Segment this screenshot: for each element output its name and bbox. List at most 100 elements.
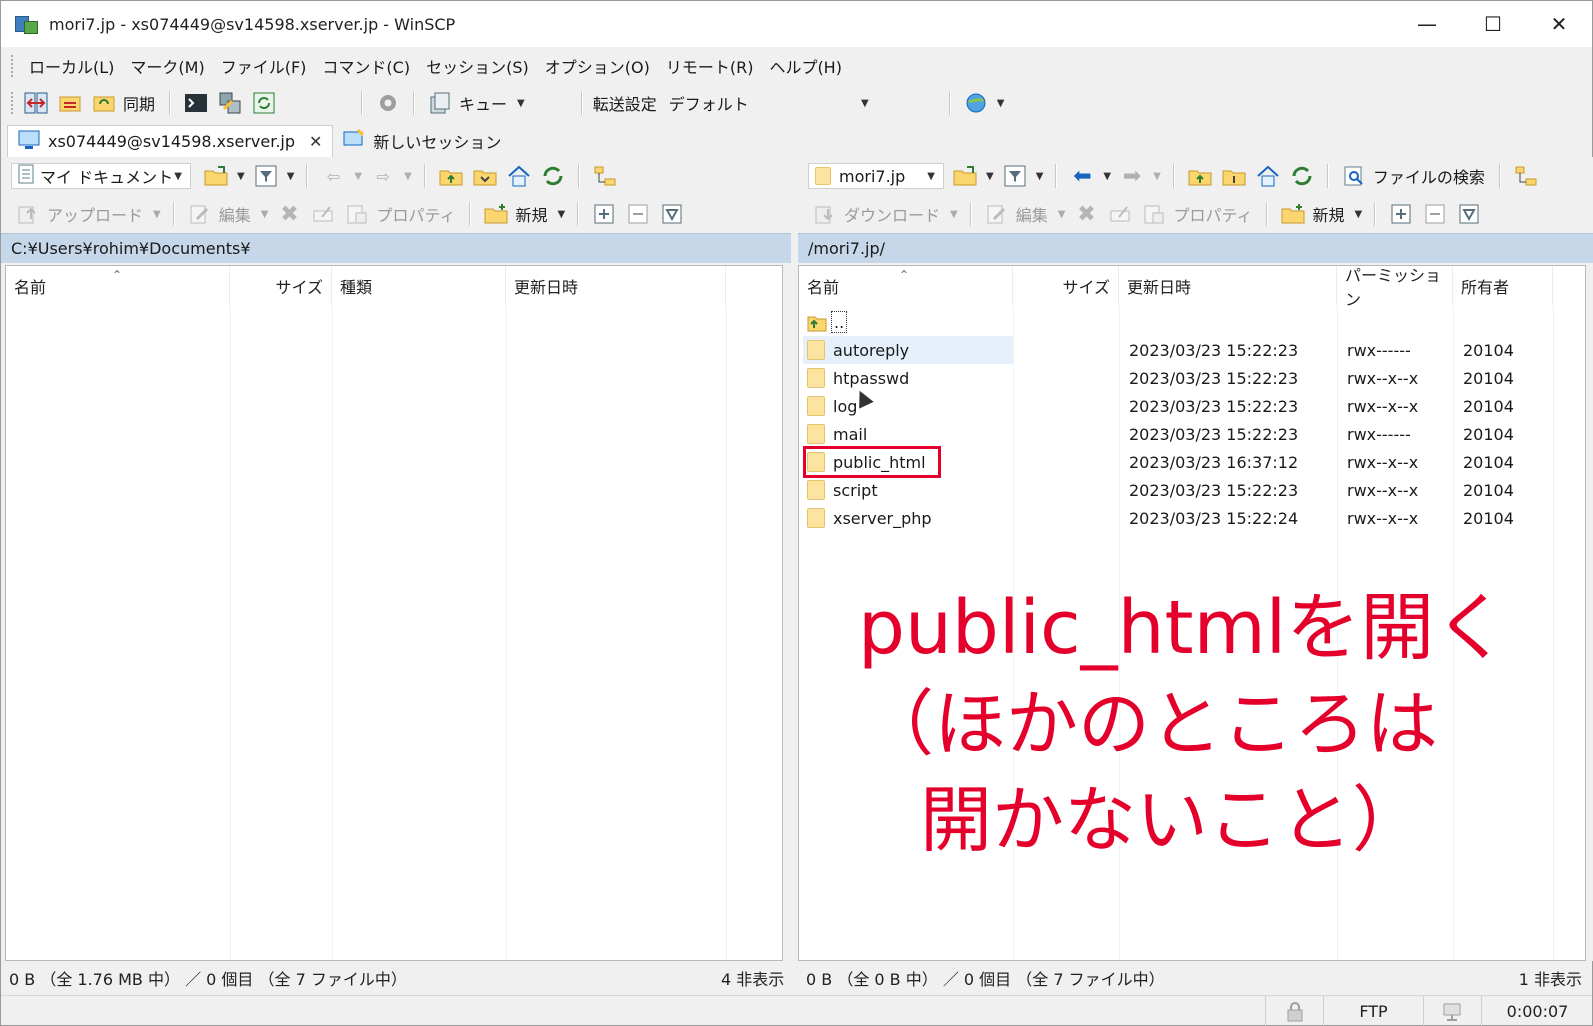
chevron-down-icon[interactable]: ▼ <box>237 171 245 182</box>
new-button[interactable]: 新規 <box>1312 202 1344 226</box>
compare-directories-icon[interactable] <box>23 90 49 116</box>
column-size[interactable]: サイズ <box>230 266 332 306</box>
chevron-down-icon[interactable]: ▼ <box>986 171 994 182</box>
chevron-down-icon[interactable]: ▼ <box>927 171 935 182</box>
menu-local[interactable]: ローカル(L) <box>21 54 122 78</box>
filter-icon[interactable] <box>253 163 279 189</box>
chevron-down-icon[interactable]: ▼ <box>997 98 1005 109</box>
chevron-down-icon[interactable]: ▼ <box>287 171 295 182</box>
chevron-down-icon[interactable]: ▼ <box>174 171 182 182</box>
chevron-down-icon[interactable]: ▼ <box>261 209 269 220</box>
globe-icon[interactable] <box>963 90 989 116</box>
queue-icon[interactable] <box>427 90 453 116</box>
chevron-down-icon[interactable]: ▼ <box>861 98 869 109</box>
remote-location-select[interactable]: mori7.jp ▼ <box>808 163 944 189</box>
chevron-down-icon[interactable]: ▼ <box>1355 209 1363 220</box>
chevron-down-icon[interactable]: ▼ <box>950 209 958 220</box>
column-size[interactable]: サイズ <box>1013 266 1119 306</box>
forward-arrow-icon[interactable]: ➡ <box>1119 163 1145 189</box>
new-button[interactable]: 新規 <box>515 202 547 226</box>
find-files-button[interactable]: ファイルの検索 <box>1373 164 1485 188</box>
column-modified[interactable]: 更新日時 <box>1119 266 1337 306</box>
chevron-down-icon[interactable]: ▼ <box>404 171 412 182</box>
properties-button[interactable]: プロパティ <box>376 202 455 226</box>
refresh-window-icon[interactable] <box>251 90 277 116</box>
synchronize-icon[interactable] <box>91 90 117 116</box>
tree-view-icon[interactable] <box>592 163 618 189</box>
remote-path-bar[interactable]: /mori7.jp/ <box>798 233 1593 263</box>
refresh-icon[interactable] <box>1289 163 1315 189</box>
toolbar-grip[interactable] <box>11 55 15 77</box>
menu-help[interactable]: ヘルプ(H) <box>761 54 850 78</box>
gear-icon[interactable] <box>375 90 401 116</box>
edit-button[interactable]: 編集 <box>219 202 251 226</box>
open-folder-icon[interactable] <box>952 163 978 189</box>
edit-icon[interactable] <box>984 201 1010 227</box>
root-directory-icon[interactable] <box>472 163 498 189</box>
minimize-button[interactable]: — <box>1394 1 1460 47</box>
upload-icon[interactable] <box>15 201 41 227</box>
menu-remote[interactable]: リモート(R) <box>658 54 762 78</box>
local-location-select[interactable]: マイ ドキュメント ▼ <box>11 163 191 189</box>
home-icon[interactable] <box>1255 163 1281 189</box>
properties-icon[interactable] <box>1141 201 1167 227</box>
properties-icon[interactable] <box>344 201 370 227</box>
filter-select-icon[interactable] <box>659 201 685 227</box>
maximize-button[interactable]: ☐ <box>1460 1 1526 47</box>
home-icon[interactable] <box>506 163 532 189</box>
chevron-down-icon[interactable]: ▼ <box>1153 171 1161 182</box>
chevron-down-icon[interactable]: ▼ <box>558 209 566 220</box>
local-file-list[interactable]: 名前 ⌃ サイズ 種類 更新日時 <box>5 265 783 961</box>
file-row-htpasswd[interactable]: htpasswd 2023/03/23 15:22:23 rwx--x--x 2… <box>799 364 1585 392</box>
delete-icon[interactable]: ✖ <box>276 201 302 227</box>
new-folder-icon[interactable] <box>483 201 509 227</box>
unselect-files-icon[interactable] <box>1422 201 1448 227</box>
local-path-bar[interactable]: C:¥Users¥rohim¥Documents¥ <box>1 233 791 263</box>
forward-arrow-icon[interactable]: ⇨ <box>370 163 396 189</box>
filter-select-icon[interactable] <box>1456 201 1482 227</box>
download-icon[interactable] <box>812 201 838 227</box>
refresh-icon[interactable] <box>540 163 566 189</box>
close-window-button[interactable]: ✕ <box>1526 1 1592 47</box>
upload-button[interactable]: アップロード <box>47 202 143 226</box>
tab-new-session[interactable]: 新しいセッション <box>333 125 512 157</box>
filter-icon[interactable] <box>1002 163 1028 189</box>
file-row-autoreply[interactable]: autoreply 2023/03/23 15:22:23 rwx------ … <box>799 336 1585 364</box>
select-files-icon[interactable] <box>1388 201 1414 227</box>
close-tab-icon[interactable]: ✕ <box>309 132 322 151</box>
terminal-icon[interactable] <box>183 90 209 116</box>
chevron-down-icon[interactable]: ▼ <box>1058 209 1066 220</box>
menu-file[interactable]: ファイル(F) <box>213 54 315 78</box>
tab-current-session[interactable]: xs074449@sv14598.xserver.jp ✕ <box>7 125 334 157</box>
rename-icon[interactable] <box>310 201 336 227</box>
parent-directory-icon[interactable] <box>1187 163 1213 189</box>
parent-directory-icon[interactable] <box>438 163 464 189</box>
column-permissions[interactable]: パーミッション <box>1337 266 1453 309</box>
new-folder-icon[interactable] <box>1280 201 1306 227</box>
queue-button[interactable]: キュー <box>459 91 507 115</box>
find-files-icon[interactable] <box>1341 163 1367 189</box>
back-arrow-icon[interactable]: ⬅ <box>1069 163 1095 189</box>
remote-hidden-count[interactable]: 1 非表示 <box>1519 966 1582 990</box>
edit-icon[interactable] <box>187 201 213 227</box>
chevron-down-icon[interactable]: ▼ <box>354 171 362 182</box>
file-row-mail[interactable]: mail 2023/03/23 15:22:23 rwx------ 20104 <box>799 420 1585 448</box>
chevron-down-icon[interactable]: ▼ <box>1103 171 1111 182</box>
root-directory-icon[interactable] <box>1221 163 1247 189</box>
column-owner[interactable]: 所有者 <box>1453 266 1553 306</box>
transfer-settings-select[interactable]: デフォルト ▼ <box>663 90 879 116</box>
delete-icon[interactable]: ✖ <box>1073 201 1099 227</box>
menu-options[interactable]: オプション(O) <box>537 54 658 78</box>
select-files-icon[interactable] <box>591 201 617 227</box>
file-row-script[interactable]: script 2023/03/23 15:22:23 rwx--x--x 201… <box>799 476 1585 504</box>
menu-mark[interactable]: マーク(M) <box>122 54 212 78</box>
tree-view-icon[interactable] <box>1513 163 1539 189</box>
synchronize-browsing-icon[interactable] <box>57 90 83 116</box>
back-arrow-icon[interactable]: ⇦ <box>320 163 346 189</box>
file-row-xserver-php[interactable]: xserver_php 2023/03/23 15:22:24 rwx--x--… <box>799 504 1585 532</box>
synchronize-button[interactable]: 同期 <box>123 91 155 115</box>
chevron-down-icon[interactable]: ▼ <box>1036 171 1044 182</box>
menu-command[interactable]: コマンド(C) <box>314 54 418 78</box>
local-hidden-count[interactable]: 4 非表示 <box>721 966 784 990</box>
rename-icon[interactable] <box>1107 201 1133 227</box>
